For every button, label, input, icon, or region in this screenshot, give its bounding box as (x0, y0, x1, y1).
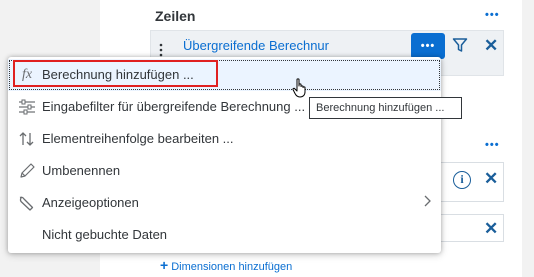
remove-filter-icon[interactable]: ✕ (484, 220, 498, 237)
rows-more-options-icon[interactable]: ••• (485, 10, 500, 21)
menu-item-edit-order[interactable]: Elementreihenfolge bearbeiten ... (8, 123, 441, 155)
menu-item-label: Umbenennen (42, 163, 121, 178)
context-menu: fx Berechnung hinzufügen ... Eingabefilt… (8, 57, 441, 253)
tooltip: Berechnung hinzufügen ... (309, 97, 462, 119)
rows-section-title: Zeilen (155, 8, 196, 24)
add-dimensions-label: Dimensionen hinzufügen (171, 261, 293, 273)
input-filter-icon (18, 99, 36, 115)
drag-handle-icon[interactable] (159, 43, 163, 57)
remove-column-icon[interactable]: ✕ (484, 170, 498, 187)
pencil-icon (18, 163, 36, 179)
menu-item-label: Eingabefilter für übergreifende Berechnu… (42, 99, 306, 114)
hand-cursor-icon (292, 78, 308, 103)
menu-item-unbooked-data[interactable]: Nicht gebuchte Daten (8, 219, 441, 251)
menu-item-label: Nicht gebuchte Daten (42, 227, 168, 242)
columns-more-options-icon[interactable]: ••• (485, 140, 500, 151)
menu-item-display-options[interactable]: Anzeigeoptionen (8, 187, 441, 219)
highlight-box (13, 60, 218, 87)
wrench-icon (18, 195, 36, 211)
add-dimensions-link[interactable]: + Dimensionen hinzufügen (160, 257, 292, 273)
menu-item-label: Elementreihenfolge bearbeiten ... (42, 131, 234, 146)
plus-icon: + (160, 257, 169, 273)
row-item-label: Übergreifende Berechnur (183, 38, 329, 53)
menu-item-label: Anzeigeoptionen (42, 195, 139, 210)
chevron-right-icon (423, 195, 431, 210)
menu-item-rename[interactable]: Umbenennen (8, 155, 441, 187)
remove-row-icon[interactable]: ✕ (484, 37, 498, 54)
filter-icon[interactable] (452, 37, 468, 58)
sort-order-icon (18, 131, 36, 147)
row-more-button[interactable]: ••• (411, 33, 445, 59)
info-icon[interactable]: i (453, 171, 471, 189)
